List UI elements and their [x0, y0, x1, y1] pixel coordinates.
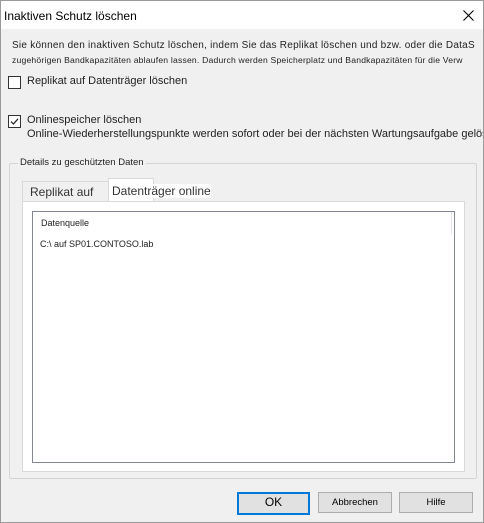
tab-label[interactable]: Replikat auf [30, 185, 93, 199]
delete-replica-label[interactable]: Replikat auf Datenträger löschen [27, 75, 187, 87]
close-button[interactable] [453, 1, 483, 29]
tab-label-active[interactable]: Datenträger online [112, 184, 211, 198]
delete-online-label[interactable]: Onlinespeicher löschen [27, 114, 141, 126]
tab-replica-online[interactable]: Replikat auf [22, 181, 112, 202]
tab-active-indicator: Datenträger online [108, 178, 211, 203]
list-item[interactable]: C:\ auf SP01.CONTOSO.lab [40, 239, 153, 249]
window-title: Inaktiven Schutz löschen [4, 9, 137, 23]
cancel-button[interactable]: Abbrechen [318, 492, 392, 513]
delete-replica-checkbox[interactable] [8, 76, 21, 89]
delete-online-sublabel: Online-Wiederherstellungspunkte werden s… [27, 128, 484, 140]
protected-data-groupbox: Details zu geschützten Daten Replikat au… [9, 157, 477, 479]
checkmark-icon [10, 118, 19, 125]
ok-button[interactable]: OK [237, 492, 310, 515]
column-divider [451, 212, 452, 234]
description-text: Sie können den inaktiven Schutz löschen,… [12, 39, 475, 67]
datasource-list[interactable]: Datenquelle C:\ auf SP01.CONTOSO.lab [32, 211, 455, 463]
group-label: Details zu geschützten Daten [18, 157, 146, 168]
tab-panel: Datenquelle C:\ auf SP01.CONTOSO.lab [22, 201, 465, 472]
description-line-1: Sie können den inaktiven Schutz löschen,… [12, 40, 475, 51]
close-icon [462, 9, 474, 21]
column-header-datasource[interactable]: Datenquelle [41, 218, 89, 228]
description-line-2: zugehörigen Bandkapazitäten ablaufen las… [12, 55, 463, 65]
title-bar: Inaktiven Schutz löschen [1, 1, 483, 29]
dialog-content: Sie können den inaktiven Schutz löschen,… [1, 29, 483, 522]
delete-online-checkbox[interactable] [8, 115, 21, 128]
dialog-window: Inaktiven Schutz löschen Sie können den … [0, 0, 484, 523]
help-button[interactable]: Hilfe [399, 492, 473, 513]
